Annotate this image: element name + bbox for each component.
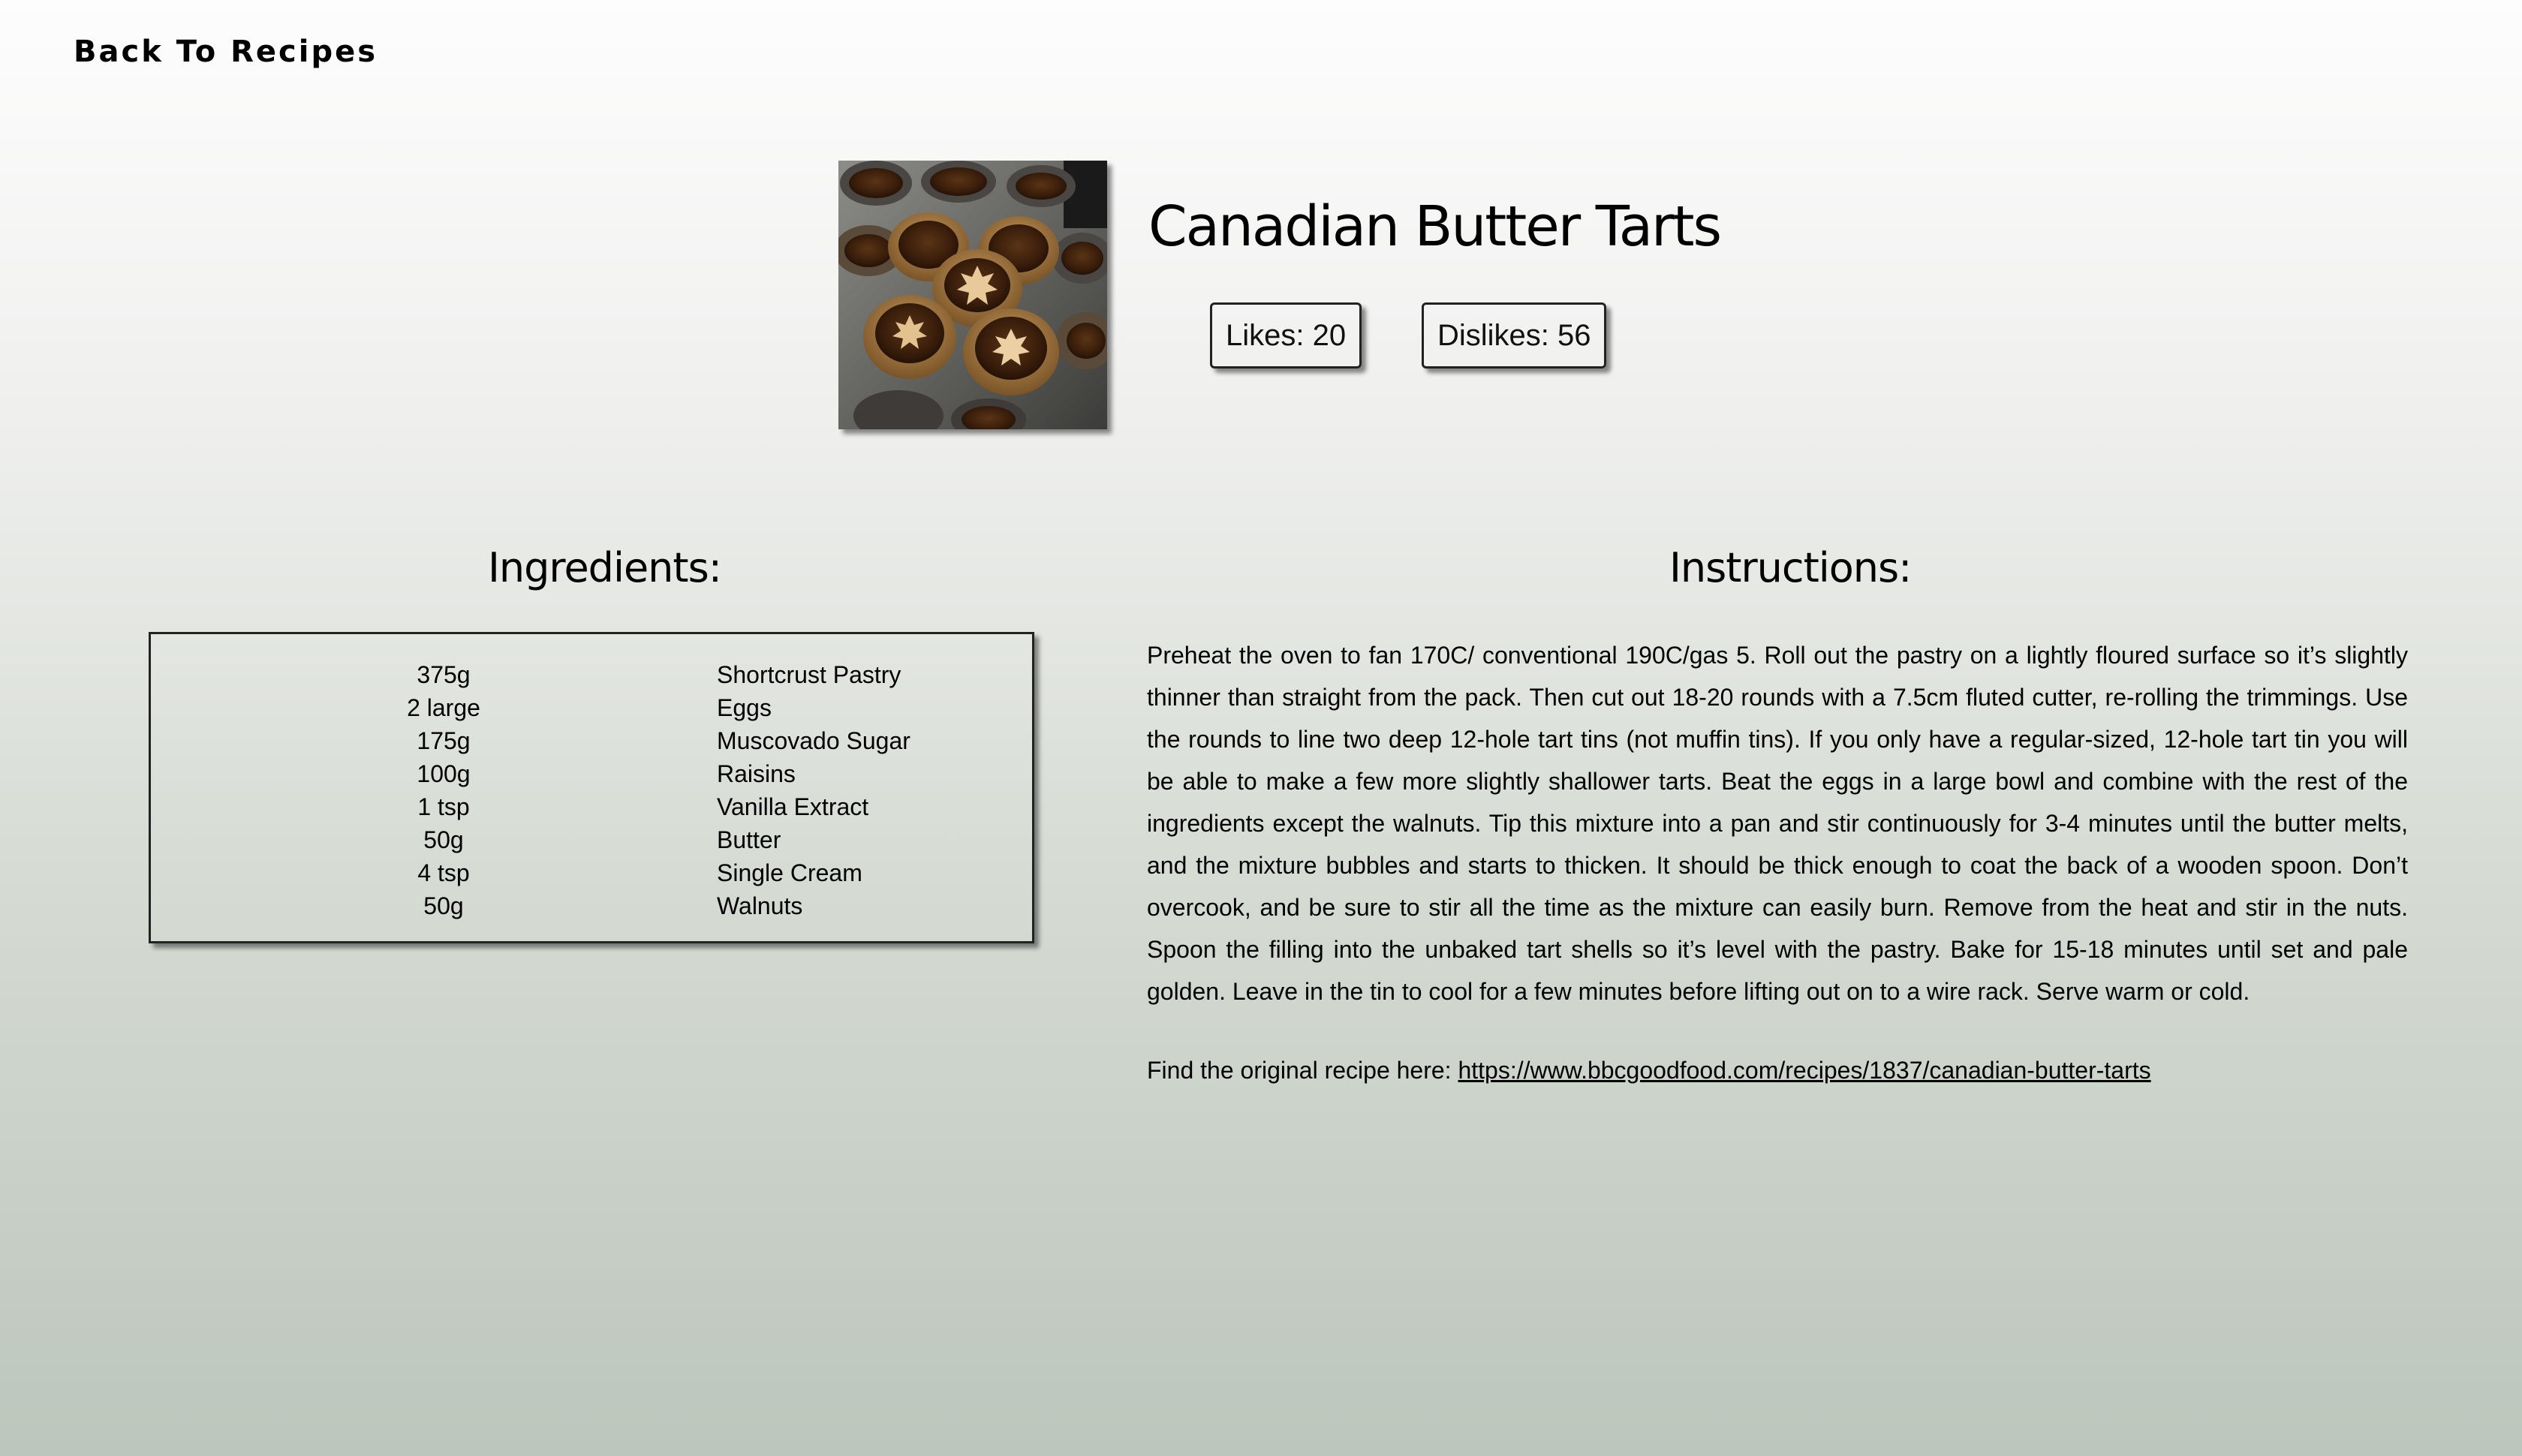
instructions-heading: Instructions: [1669,544,1912,591]
ingredient-quantity: 375g [417,661,471,688]
ingredient-quantity: 50g [423,826,464,853]
ingredient-name: Muscovado Sugar [717,727,910,754]
source-line: Find the original recipe here: https://w… [1147,1049,2151,1091]
ingredient-row: 175g Muscovado Sugar [151,724,1032,757]
ingredient-quantity: 1 tsp [417,793,470,820]
ingredients-heading: Ingredients: [488,544,722,591]
ingredient-name: Single Cream [717,859,862,886]
ingredient-row: 1 tsp Vanilla Extract [151,790,1032,823]
recipe-image [838,161,1107,429]
ingredient-quantity: 175g [417,727,471,754]
ingredient-row: 100g Raisins [151,757,1032,790]
source-prefix: Find the original recipe here: [1147,1057,1458,1084]
ingredient-row: 375g Shortcrust Pastry [151,658,1032,691]
dislikes-button[interactable]: Dislikes: 56 [1422,302,1606,369]
ingredient-quantity: 4 tsp [417,859,470,886]
ingredient-name: Walnuts [717,892,803,919]
ingredient-row: 50g Butter [151,823,1032,856]
ingredient-quantity: 100g [417,760,471,787]
ingredient-name: Shortcrust Pastry [717,661,901,688]
ingredient-name: Vanilla Extract [717,793,869,820]
ingredient-quantity: 2 large [407,694,480,721]
ingredient-name: Raisins [717,760,796,787]
ingredient-row: 4 tsp Single Cream [151,856,1032,889]
recipe-title: Canadian Butter Tarts [1148,194,1722,259]
instructions-text: Preheat the oven to fan 170C/ convention… [1147,642,2408,1005]
ingredient-row: 50g Walnuts [151,889,1032,922]
butter-tarts-photo [838,161,1107,429]
ingredient-name: Butter [717,826,781,853]
likes-button[interactable]: Likes: 20 [1210,302,1362,369]
ingredient-name: Eggs [717,694,772,721]
ingredient-quantity: 50g [423,892,464,919]
back-to-recipes-link[interactable]: Back To Recipes [74,35,378,69]
source-link[interactable]: https://www.bbcgoodfood.com/recipes/1837… [1458,1057,2150,1084]
ingredient-row: 2 large Eggs [151,691,1032,724]
ingredients-table: 375g Shortcrust Pastry 2 large Eggs 175g… [149,632,1034,943]
